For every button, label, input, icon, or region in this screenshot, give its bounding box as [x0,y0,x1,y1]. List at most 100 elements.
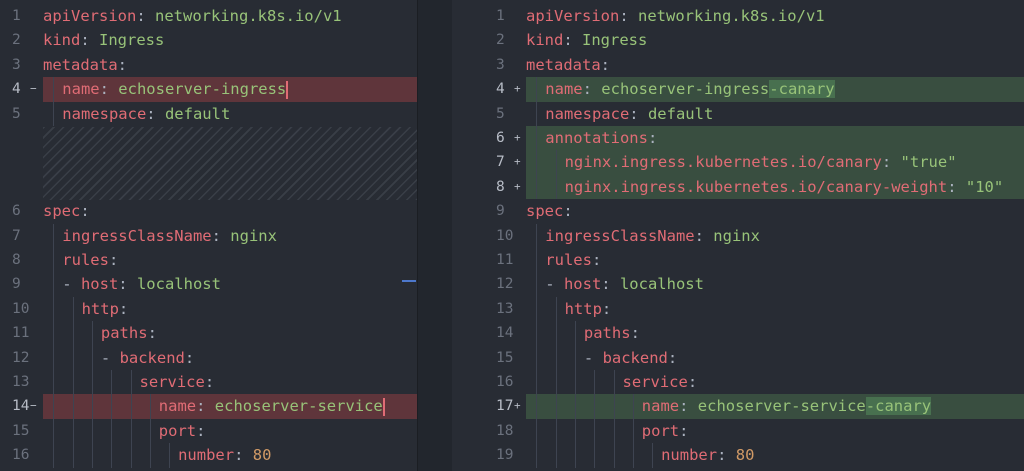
code-content: apiVersion: networking.k8s.io/v1 [43,4,417,28]
code-content: service: [526,370,1024,395]
yaml-punctuation: : [211,226,231,245]
code-content: rules: [43,248,417,273]
code-line[interactable]: 9 spec: [452,199,1024,223]
line-number: 8 [496,178,505,195]
code-line[interactable]: 10 ingressClassName: nginx [452,223,1024,248]
code-line[interactable]: 6 spec: [0,199,417,223]
code-line[interactable]: 15 - backend: [452,345,1024,370]
pane-divider[interactable] [417,0,453,471]
indent-guide [613,418,615,444]
indent-guide [91,394,93,419]
code-line[interactable]: 2 kind: Ingress [0,28,417,52]
yaml-punctuation: - [100,348,120,367]
code-line[interactable]: 4− name: echoserver-ingress [0,77,417,102]
code-line[interactable]: 3 metadata: [0,53,417,77]
code-text: apiVersion: networking.k8s.io/v1 [43,4,342,28]
code-text: spec: [43,199,90,223]
code-text: - backend: [584,346,677,370]
yaml-punctuation: : [563,202,573,221]
yaml-key: spec [526,202,564,221]
code-line[interactable]: 9 - host: localhost [0,272,417,297]
code-line[interactable]: 5 namespace: default [452,101,1024,126]
indent-guide [555,394,557,419]
code-line[interactable]: 7 + nginx.ingress.kubernetes.io/canary: "t… [452,150,1024,175]
code-line[interactable]: 8 rules: [0,248,417,273]
yaml-punctuation: : [80,31,99,50]
indent-guide [53,394,55,419]
indent-guide [574,418,576,444]
indent-guide [72,394,74,419]
code-line[interactable]: 13 service: [0,370,417,395]
code-line[interactable]: 5 namespace: default [0,101,417,126]
code-line[interactable]: 15 port: [0,418,417,444]
code-line[interactable]: 3 metadata: [452,53,1024,77]
code-line[interactable]: 17 + name: echoserver-service-canary [452,394,1024,419]
line-number: 4 [496,81,505,98]
line-number: 7 [12,227,21,244]
yaml-value: default [647,104,714,123]
code-line[interactable]: 10 http: [0,296,417,322]
indent-guide [130,370,132,395]
yaml-key: name [158,397,197,416]
code-line[interactable]: 8 + nginx.ingress.kubernetes.io/canary-wei… [452,174,1024,200]
code-text: service: [623,370,698,394]
indent-guide [555,296,557,322]
indent-guide [72,370,74,395]
code-line[interactable]: 12 - backend: [0,345,417,370]
code-line[interactable]: 19 number: 80 [452,443,1024,468]
code-content: number: 80 [43,443,417,468]
code-line[interactable]: 13 http: [452,296,1024,322]
indent-guide [72,418,74,444]
code-line[interactable]: 14− name: echoserver-service [0,394,417,419]
code-line[interactable]: 16 number: 80 [0,443,417,468]
code-line[interactable]: 6 + annotations: [452,126,1024,151]
line-number: 15 [12,422,30,439]
code-line[interactable]: 1 apiVersion: networking.k8s.io/v1 [0,4,417,28]
modified-file-pane[interactable]: 1 apiVersion: networking.k8s.io/v1 2 kind: … [452,0,1024,471]
yaml-key: nginx.ingress.kubernetes.io/canary [564,153,882,172]
code-line[interactable]: 4 + name: echoserver-ingress-canary [452,77,1024,102]
code-line[interactable]: 11 paths: [0,321,417,346]
line-number: 10 [12,300,30,317]
line-gutter: 1 [0,4,38,28]
code-content: name: echoserver-service [43,394,417,419]
indent-guide [536,272,538,297]
code-line[interactable]: 12 - host: localhost [452,272,1024,297]
code-content: paths: [526,321,1024,346]
indent-guide [53,223,55,248]
indent-guide [555,174,557,200]
yaml-key: rules [545,251,592,269]
line-gutter: 10 [0,297,38,321]
line-number: 6 [496,130,505,146]
indent-guide [613,394,615,419]
yaml-punctuation: : [184,348,195,367]
code-line[interactable]: 7 ingressClassName: nginx [0,223,417,248]
indent-guide [91,321,93,346]
code-line[interactable]: 16 service: [452,370,1024,395]
code-line[interactable]: 11 rules: [452,248,1024,273]
code-line[interactable]: 1 apiVersion: networking.k8s.io/v1 [452,4,1024,28]
indent-guide [555,321,557,346]
indent-guide [53,418,55,444]
indent-guide [555,150,557,175]
code-line[interactable]: 18 port: [452,418,1024,444]
indent-guide [536,345,538,370]
code-content: - backend: [43,345,417,370]
change-end-marker [286,80,289,99]
line-number: 15 [496,349,514,366]
yaml-key: number [178,446,235,465]
yaml-key: http [564,299,602,318]
original-file-pane[interactable]: 1 apiVersion: networking.k8s.io/v1 2 kind: … [0,0,417,471]
code-content: - backend: [526,345,1024,370]
code-line[interactable]: 2 kind: Ingress [452,28,1024,52]
inserted-text: -canary [865,397,932,416]
indent-guide [91,418,93,444]
yaml-punctuation: : [234,446,253,465]
indent-guide [111,394,113,419]
indent-guide [53,101,55,126]
code-content: spec: [526,199,1024,223]
yaml-key: metadata [526,55,601,74]
line-number: 4 [12,81,21,98]
code-line[interactable]: 14 paths: [452,321,1024,346]
yaml-value: localhost [619,275,704,294]
